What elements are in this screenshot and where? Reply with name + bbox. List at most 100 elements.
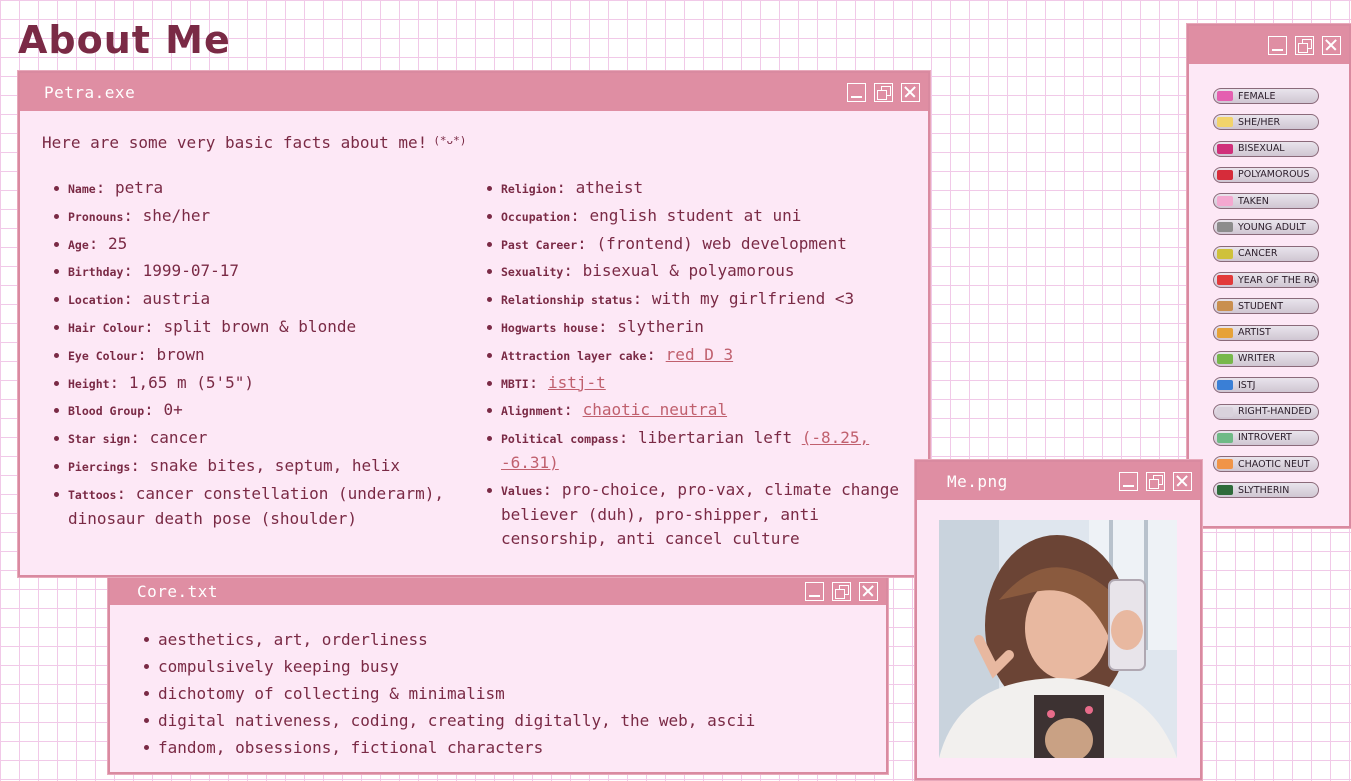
fact-key: Eye Colour (68, 348, 138, 363)
badge-label: CANCER (1238, 248, 1278, 260)
fact-key: Relationship status (501, 293, 633, 308)
badge: BISEXUAL (1213, 140, 1319, 157)
fact-item-right: MBTI: istj-t (487, 371, 917, 396)
fact-key: Blood Group (68, 404, 145, 419)
badge-label: TAKEN (1238, 195, 1269, 207)
close-icon[interactable] (1322, 35, 1341, 55)
fact-key: Sexuality (501, 265, 564, 280)
photo-window-titlebar[interactable]: Me.png (917, 462, 1200, 500)
core-window: Core.txt aesthetics, art, orderliness com… (108, 564, 888, 774)
badge-icon (1217, 301, 1233, 312)
fact-item-left: Age: 25 (54, 232, 474, 257)
badge: CANCER (1213, 245, 1319, 262)
fact-item-left: Height: 1,65 m (5'5") (54, 371, 474, 396)
restore-icon[interactable] (874, 82, 893, 102)
fact-key: Past Career (501, 237, 578, 252)
fact-key: Alignment (501, 404, 564, 419)
minimize-icon[interactable] (1119, 471, 1138, 491)
restore-icon[interactable] (832, 582, 851, 601)
badge-icon (1217, 222, 1233, 233)
fact-value: slytherin (617, 316, 704, 336)
fact-value: brown (156, 344, 205, 364)
close-icon[interactable] (859, 582, 878, 601)
badge-label: ARTIST (1238, 327, 1271, 339)
minimize-icon[interactable] (847, 82, 866, 102)
fact-link[interactable]: chaotic neutral (583, 400, 728, 419)
fact-key: Hogwarts house (501, 320, 598, 335)
petra-window: Petra.exe Here are some very basic facts… (18, 71, 930, 577)
fact-key: MBTI (501, 376, 529, 391)
badge-label: SLYTHERIN (1238, 484, 1290, 496)
fact-key: Values (501, 483, 543, 498)
fact-key: Religion (501, 182, 557, 196)
fact-key: Political compass (501, 432, 619, 447)
fact-item-left: Location: austria (54, 287, 474, 312)
photo-window: Me.png (915, 460, 1202, 780)
fact-item-right: Occupation: english student at uni (487, 204, 917, 229)
selfie-illustration (939, 520, 1177, 758)
badge: YOUNG ADULT (1213, 219, 1319, 236)
fact-key: Location (68, 293, 124, 308)
badge-label: YOUNG ADULT (1238, 221, 1306, 233)
fact-value: 25 (108, 233, 128, 253)
intro-sentence: Here are some very basic facts about me! (42, 133, 428, 152)
badge: INTROVERT (1213, 429, 1319, 446)
fact-value: cancer (149, 428, 208, 448)
restore-icon[interactable] (1295, 35, 1314, 55)
fact-value: 1999-07-17 (142, 261, 239, 281)
petra-window-titlebar[interactable]: Petra.exe (20, 73, 928, 111)
fact-key: Name (68, 182, 96, 196)
core-item: digital nativeness, coding, creating dig… (144, 707, 755, 734)
badge: RIGHT-HANDED (1213, 403, 1319, 420)
badge-list: FEMALE SHE/HER BISEXUAL POLYAMOROUS TAKEN YOU… (1213, 88, 1319, 509)
fact-item-right: Sexuality: bisexual & polyamorous (487, 259, 917, 284)
fact-value: english student at uni (589, 205, 802, 225)
fact-item-right: Political compass: libertarian left (-8.… (487, 426, 917, 475)
badge-label: BISEXUAL (1238, 143, 1285, 155)
badge-label: STUDENT (1238, 300, 1284, 312)
badge-icon (1217, 485, 1233, 496)
fact-link[interactable]: red D 3 (666, 345, 733, 364)
minimize-icon[interactable] (1268, 35, 1287, 55)
badge-icon (1217, 327, 1233, 338)
restore-icon[interactable] (1146, 471, 1165, 491)
close-icon[interactable] (1173, 471, 1192, 491)
badge: ISTJ (1213, 377, 1319, 394)
badge-icon (1217, 248, 1233, 259)
badge-icon (1217, 459, 1233, 470)
badge: SHE/HER (1213, 114, 1319, 131)
fact-item-left: Tattoos: cancer constellation (underarm)… (54, 482, 474, 531)
fact-link[interactable]: istj-t (548, 373, 606, 392)
badge: YEAR OF THE RABBIT (1213, 272, 1319, 289)
fact-item-left: Piercings: snake bites, septum, helix (54, 454, 474, 479)
fact-value: pro-choice, pro-vax, climate change beli… (501, 479, 899, 548)
badge-icon (1217, 169, 1233, 180)
fact-item-right: Alignment: chaotic neutral (487, 398, 917, 423)
badge: ARTIST (1213, 324, 1319, 341)
fact-item-right: Past Career: (frontend) web development (487, 232, 917, 257)
fact-value: with my girlfriend <3 (651, 289, 855, 309)
badge: POLYAMOROUS (1213, 166, 1319, 183)
badge-label: FEMALE (1238, 90, 1276, 102)
badges-window: FEMALE SHE/HER BISEXUAL POLYAMOROUS TAKEN YOU… (1187, 24, 1351, 528)
fact-key: Hair Colour (68, 320, 145, 335)
fact-key: Tattoos (68, 487, 117, 502)
minimize-icon[interactable] (805, 582, 824, 601)
fact-item-right: Religion: atheist (487, 176, 917, 201)
badge-icon (1217, 406, 1233, 417)
fact-value: 0+ (163, 400, 183, 420)
badge-label: SHE/HER (1238, 116, 1281, 128)
core-item: compulsively keeping busy (144, 653, 755, 680)
badge-label: ISTJ (1238, 379, 1256, 391)
badge: STUDENT (1213, 298, 1319, 315)
fact-key: Birthday (68, 265, 124, 280)
core-list: aesthetics, art, orderliness compulsively… (144, 626, 755, 761)
badge-label: YEAR OF THE RABBIT (1238, 274, 1318, 286)
window-title: Me.png (947, 471, 1008, 491)
fact-value: 1,65 m (5'5") (128, 372, 255, 392)
core-item: dichotomy of collecting & minimalism (144, 680, 755, 707)
fact-key: Height (68, 376, 110, 391)
badges-window-titlebar[interactable] (1189, 26, 1349, 64)
badge-label: RIGHT-HANDED (1238, 406, 1312, 418)
close-icon[interactable] (901, 82, 920, 102)
